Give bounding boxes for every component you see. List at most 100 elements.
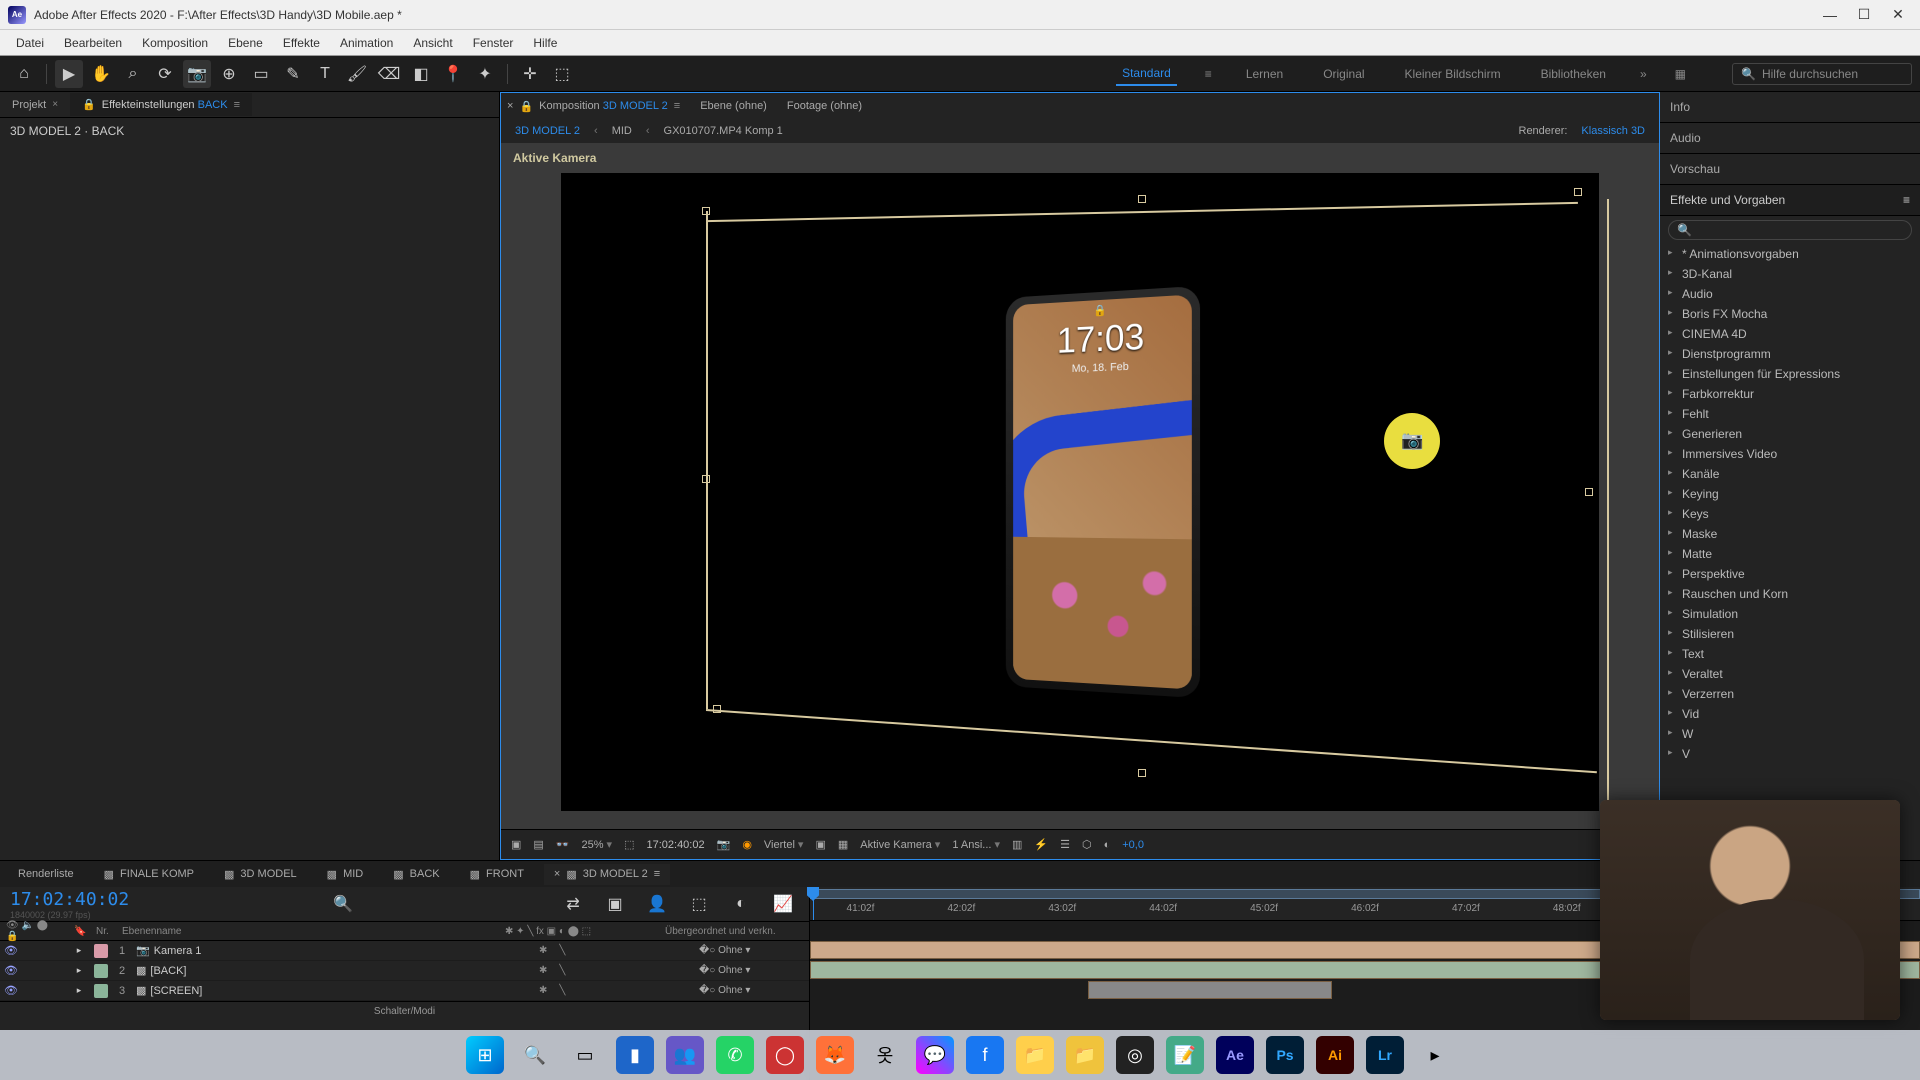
effects-category[interactable]: W [1660,724,1920,744]
effects-category[interactable]: Audio [1660,284,1920,304]
effects-category[interactable]: Maske [1660,524,1920,544]
minimize-button[interactable]: — [1822,7,1838,23]
illustrator-icon[interactable]: Ai [1316,1036,1354,1074]
resolution-toggle-icon[interactable]: ⬚ [624,838,634,851]
comp-mini-flowchart-icon[interactable]: ⇄ [559,890,587,918]
figure-icon[interactable]: 옷 [866,1036,904,1074]
more-icon[interactable]: ▸ [1416,1036,1454,1074]
graph-icon[interactable]: 📈 [769,890,797,918]
lightroom-icon[interactable]: Lr [1366,1036,1404,1074]
crumb-mid[interactable]: MID [612,125,632,137]
tab-front[interactable]: ▩FRONT [460,864,534,885]
composition-viewer[interactable]: Aktive Kamera [501,143,1659,829]
red-app-icon[interactable]: ◯ [766,1036,804,1074]
panel-menu-icon[interactable]: ≡ [654,868,660,880]
brush-tool-icon[interactable]: 🖌 [343,60,371,88]
resolution-dropdown[interactable]: Viertel [764,838,804,851]
roi-icon[interactable]: ▣ [815,838,825,851]
menu-bearbeiten[interactable]: Bearbeiten [54,32,132,54]
folder-icon[interactable]: 📁 [1016,1036,1054,1074]
effects-category[interactable]: Keying [1660,484,1920,504]
workspace-menu-icon[interactable]: ≡ [1205,67,1212,81]
camera-tool-icon[interactable]: 📷 [183,60,211,88]
menu-animation[interactable]: Animation [330,32,403,54]
tab-finale-komp[interactable]: ▩FINALE KOMP [94,864,204,885]
effects-category[interactable]: Simulation [1660,604,1920,624]
taskbar-search-icon[interactable]: 🔍 [516,1036,554,1074]
comp-tab[interactable]: × 🔒 Komposition 3D MODEL 2 ≡ [507,100,680,113]
pixel-aspect-icon[interactable]: ▥ [1012,838,1022,851]
viewer-canvas[interactable]: 🔒 17:03 Mo, 18. Feb 📷 [561,173,1599,811]
explorer-icon[interactable]: ▮ [616,1036,654,1074]
pen-tool-icon[interactable]: ✎ [279,60,307,88]
layer-row[interactable]: 👁 ▸ 2 ▩[BACK] ✱╲ �○ Ohne ▾ [0,961,809,981]
effects-category[interactable]: * Animationsvorgaben [1660,244,1920,264]
obs-icon[interactable]: ◎ [1116,1036,1154,1074]
effects-category[interactable]: Fehlt [1660,404,1920,424]
exposure-value[interactable]: +0,0 [1122,839,1144,851]
notes-icon[interactable]: 📝 [1166,1036,1204,1074]
effects-category[interactable]: Stilisieren [1660,624,1920,644]
workspace-lernen[interactable]: Lernen [1240,63,1289,85]
menu-ansicht[interactable]: Ansicht [403,32,462,54]
axis-mode-icon[interactable]: ✛ [516,60,544,88]
draft3d-icon[interactable]: ▣ [601,890,629,918]
exposure-reset-icon[interactable]: ◐ [1104,839,1111,851]
toggle-switches-modes[interactable]: Schalter/Modi [0,1001,809,1021]
clone-tool-icon[interactable]: ⌫ [375,60,403,88]
menu-fenster[interactable]: Fenster [463,32,524,54]
panel-menu-icon[interactable]: ≡ [234,99,240,111]
effects-category[interactable]: Dienstprogramm [1660,344,1920,364]
workspace-kleiner[interactable]: Kleiner Bildschirm [1399,63,1507,85]
anchor-tool-icon[interactable]: ⊕ [215,60,243,88]
crumb-clip[interactable]: GX010707.MP4 Komp 1 [664,125,783,137]
zoom-tool-icon[interactable]: ⌕ [119,60,147,88]
messenger-icon[interactable]: 💬 [916,1036,954,1074]
motion-blur-icon[interactable]: ◐ [727,890,755,918]
text-tool-icon[interactable]: T [311,60,339,88]
frame-blend-icon[interactable]: ⬚ [685,890,713,918]
mask-toggle-icon[interactable]: ▣ [511,838,521,851]
panel-audio[interactable]: Audio [1660,123,1920,154]
help-search[interactable]: 🔍 Hilfe durchsuchen [1732,63,1912,85]
close-icon[interactable]: × [507,100,513,112]
shape-tool-icon[interactable]: ▭ [247,60,275,88]
fast-preview-icon[interactable]: ⚡ [1034,838,1048,851]
tab-renderliste[interactable]: Renderliste [8,864,84,884]
effects-category[interactable]: Keys [1660,504,1920,524]
menu-ebene[interactable]: Ebene [218,32,273,54]
puppet-tool-icon[interactable]: ✦ [471,60,499,88]
menu-hilfe[interactable]: Hilfe [523,32,567,54]
effects-category[interactable]: CINEMA 4D [1660,324,1920,344]
search-icon[interactable]: 🔍 [333,894,353,914]
crumb-3dmodel2[interactable]: 3D MODEL 2 [515,125,580,137]
close-icon[interactable]: × [52,99,58,110]
layer-row[interactable]: 👁 ▸ 3 ▩[SCREEN] ✱╲ �○ Ohne ▾ [0,981,809,1001]
panel-menu-icon[interactable]: ≡ [674,100,680,112]
menu-effekte[interactable]: Effekte [273,32,330,54]
eraser-tool-icon[interactable]: ◧ [407,60,435,88]
hand-tool-icon[interactable]: ✋ [87,60,115,88]
firefox-icon[interactable]: 🦊 [816,1036,854,1074]
effects-category[interactable]: Perspektive [1660,564,1920,584]
effects-category[interactable]: Rauschen und Korn [1660,584,1920,604]
effects-category[interactable]: Immersives Video [1660,444,1920,464]
tab-3dmodel[interactable]: ▩3D MODEL [214,864,307,885]
ebene-tab[interactable]: Ebene (ohne) [700,100,767,112]
effects-category[interactable]: V [1660,744,1920,764]
workspace-bibliotheken[interactable]: Bibliotheken [1535,63,1612,85]
whatsapp-icon[interactable]: ✆ [716,1036,754,1074]
task-view-icon[interactable]: ▭ [566,1036,604,1074]
effects-category[interactable]: Kanäle [1660,464,1920,484]
rotate-tool-icon[interactable]: ⟳ [151,60,179,88]
effects-category[interactable]: Generieren [1660,424,1920,444]
effects-category[interactable]: 3D-Kanal [1660,264,1920,284]
tab-effekteinstellungen[interactable]: 🔒 Effekteinstellungen BACK ≡ [70,93,252,116]
tab-projekt[interactable]: Projekt × [0,94,70,116]
close-button[interactable]: ✕ [1890,7,1906,23]
channel-icon[interactable]: ◉ [742,838,752,851]
shy-icon[interactable]: 👤 [643,890,671,918]
timeline-icon[interactable]: ☰ [1060,838,1070,851]
effects-category[interactable]: Einstellungen für Expressions [1660,364,1920,384]
roto-tool-icon[interactable]: 📍 [439,60,467,88]
